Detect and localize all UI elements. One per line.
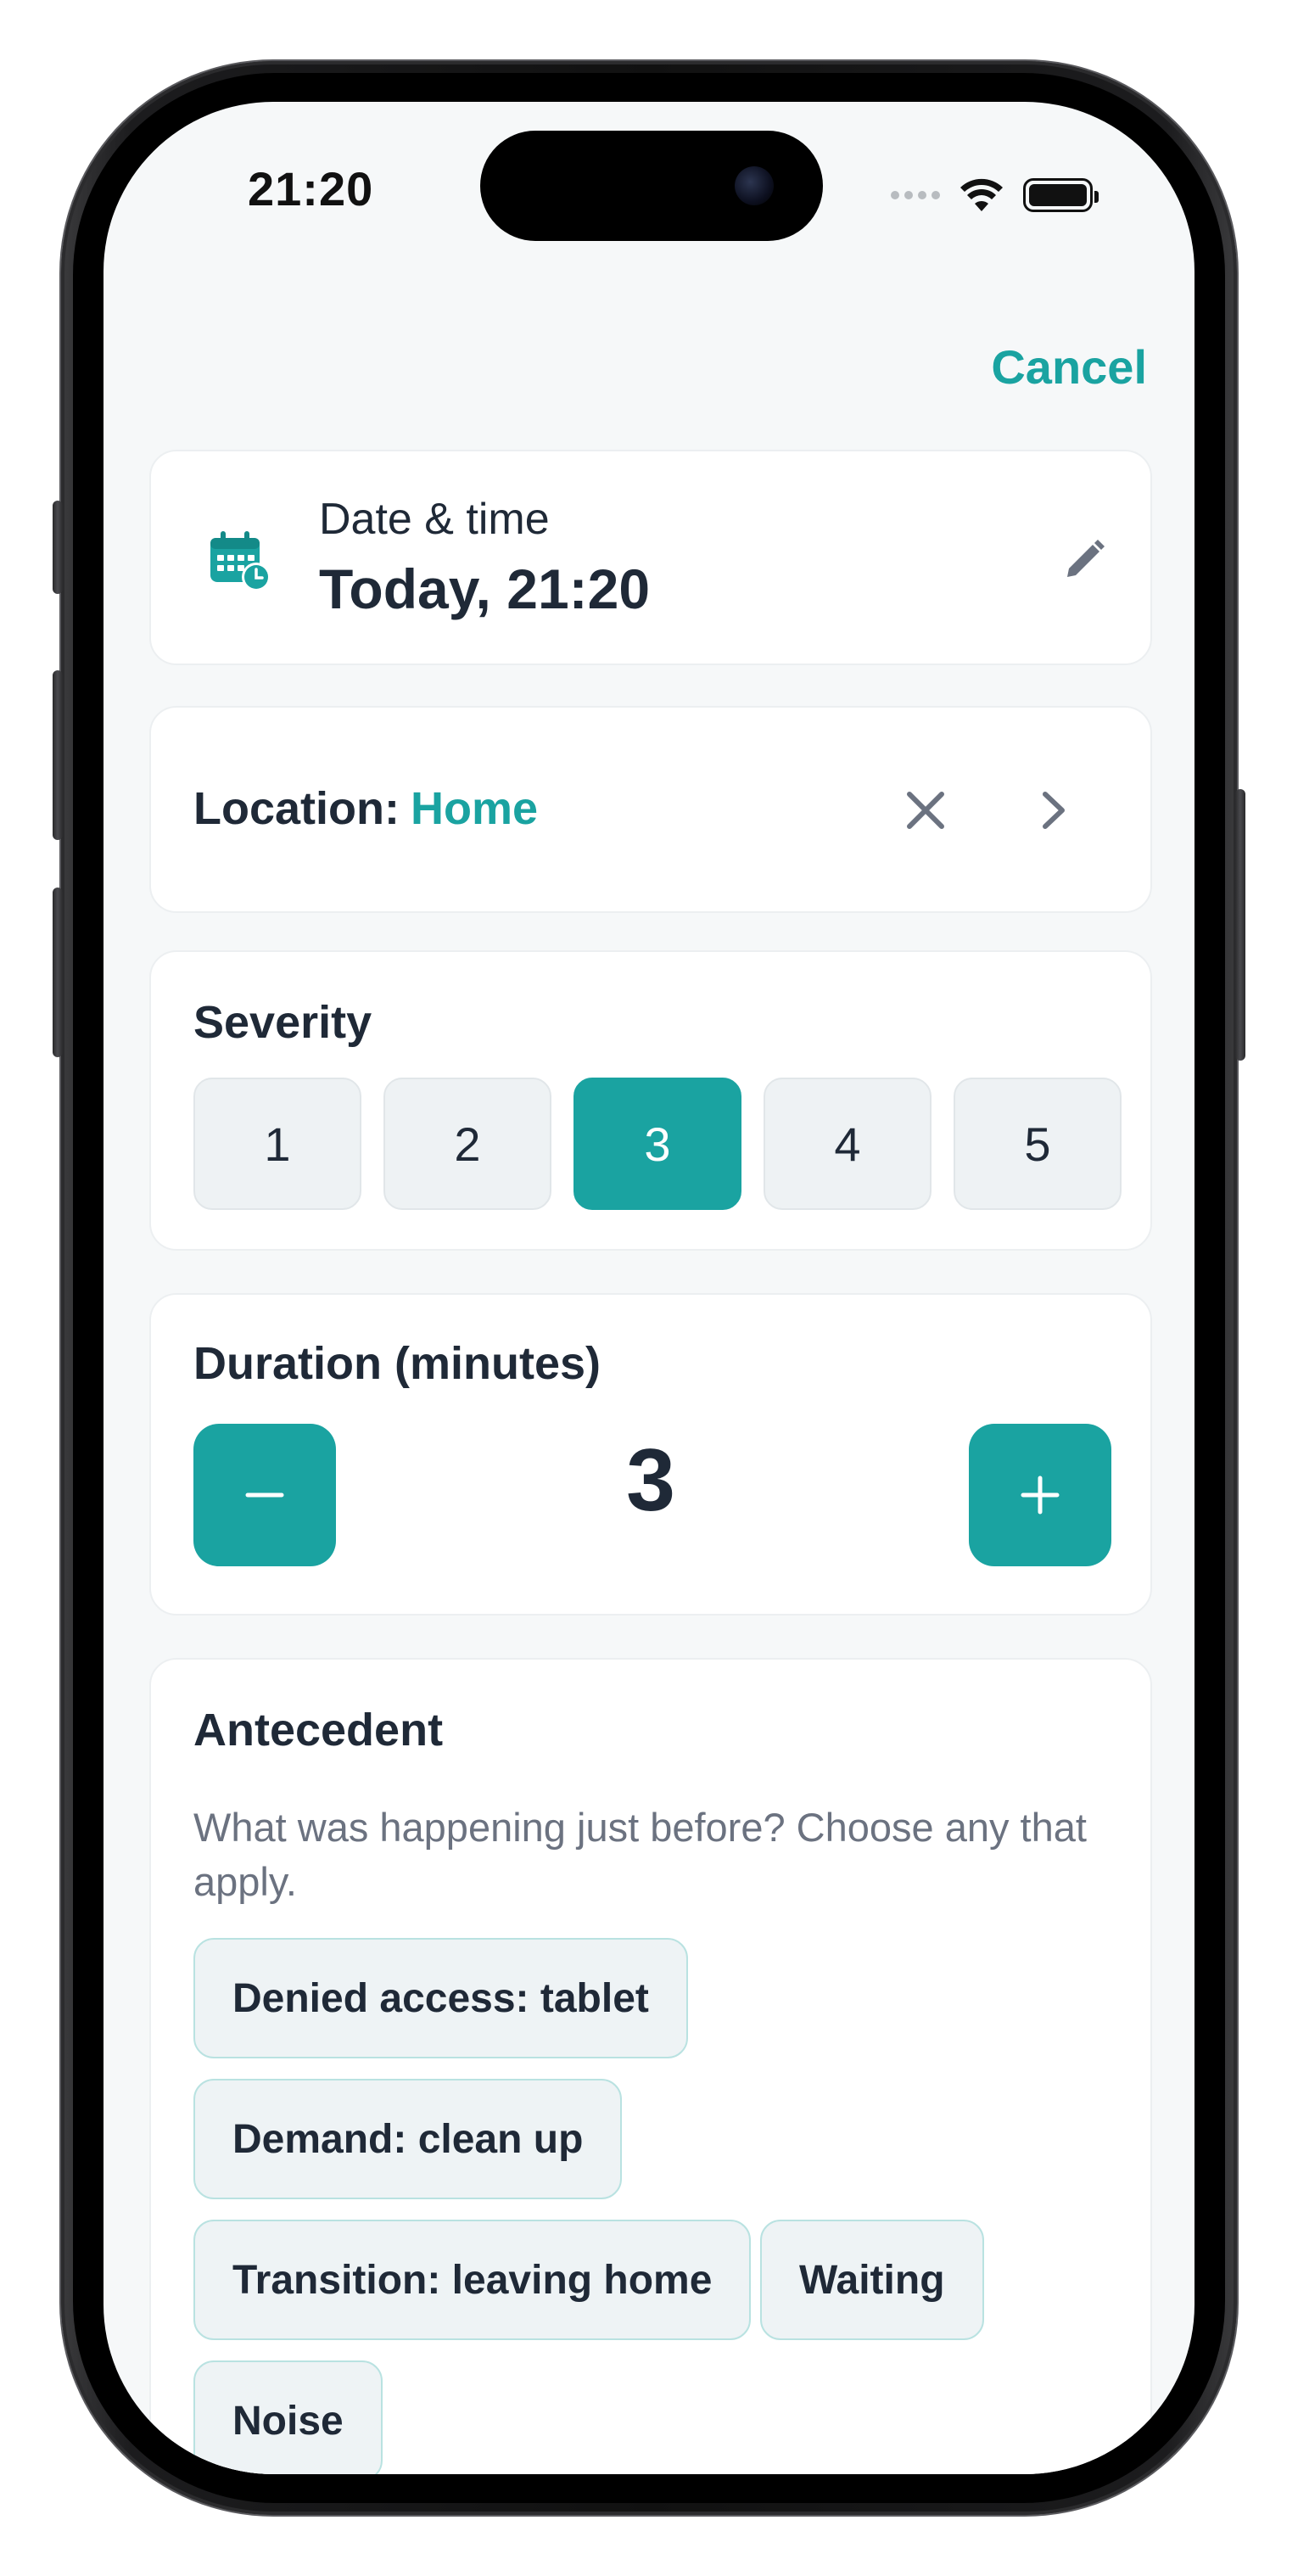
date-time-card[interactable]: Date & time Today, 21:20 xyxy=(149,450,1152,665)
screen: 21:20 Cancel Date & time Today, 21:20 Lo… xyxy=(104,102,1194,2474)
severity-option-2[interactable]: 2 xyxy=(383,1078,551,1210)
chip-transition-leaving-home[interactable]: Transition: leaving home xyxy=(193,2220,752,2340)
antecedent-subtitle: What was happening just before? Choose a… xyxy=(193,1805,1087,1904)
battery-icon xyxy=(1023,178,1099,212)
chip-denied-access-tablet[interactable]: Denied access: tablet xyxy=(193,1938,688,2058)
chip-demand-clean-up[interactable]: Demand: clean up xyxy=(193,2079,623,2199)
cancel-button[interactable]: Cancel xyxy=(991,339,1147,395)
status-time: 21:20 xyxy=(248,162,374,216)
date-time-label: Date & time xyxy=(319,495,550,544)
power-button xyxy=(1235,789,1245,1061)
status-icons xyxy=(891,170,1099,221)
wifi-icon xyxy=(960,178,1003,211)
volume-up-button xyxy=(53,670,63,840)
action-button xyxy=(53,501,63,594)
severity-option-3[interactable]: 3 xyxy=(573,1078,741,1210)
location-card[interactable]: Location: Home xyxy=(149,706,1152,913)
severity-card: Severity 1 2 3 4 5 xyxy=(149,950,1152,1251)
chip-waiting[interactable]: Waiting xyxy=(760,2220,984,2340)
duration-title: Duration (minutes) xyxy=(193,1338,601,1389)
antecedent-title: Antecedent xyxy=(193,1705,444,1756)
cellular-signal-icon xyxy=(891,191,940,199)
antecedent-card: Antecedent What was happening just befor… xyxy=(149,1658,1152,2474)
plus-icon xyxy=(1021,1476,1060,1515)
pencil-icon[interactable] xyxy=(1060,536,1108,584)
calendar-clock-icon xyxy=(210,531,271,591)
chevron-right-icon[interactable] xyxy=(1030,784,1076,837)
close-icon[interactable] xyxy=(899,784,952,837)
location-label: Location: xyxy=(193,783,400,834)
front-camera xyxy=(735,166,774,205)
severity-title: Severity xyxy=(193,997,372,1048)
severity-option-5[interactable]: 5 xyxy=(954,1078,1122,1210)
increment-button[interactable] xyxy=(969,1424,1111,1566)
duration-card: Duration (minutes) 3 xyxy=(149,1293,1152,1616)
location-value: Home xyxy=(411,783,539,834)
date-time-value: Today, 21:20 xyxy=(319,557,651,620)
severity-option-1[interactable]: 1 xyxy=(193,1078,361,1210)
severity-options: 1 2 3 4 5 xyxy=(193,1078,1122,1210)
volume-down-button xyxy=(53,888,63,1057)
severity-option-4[interactable]: 4 xyxy=(764,1078,932,1210)
dynamic-island xyxy=(480,131,823,241)
chip-noise[interactable]: Noise xyxy=(193,2360,383,2474)
